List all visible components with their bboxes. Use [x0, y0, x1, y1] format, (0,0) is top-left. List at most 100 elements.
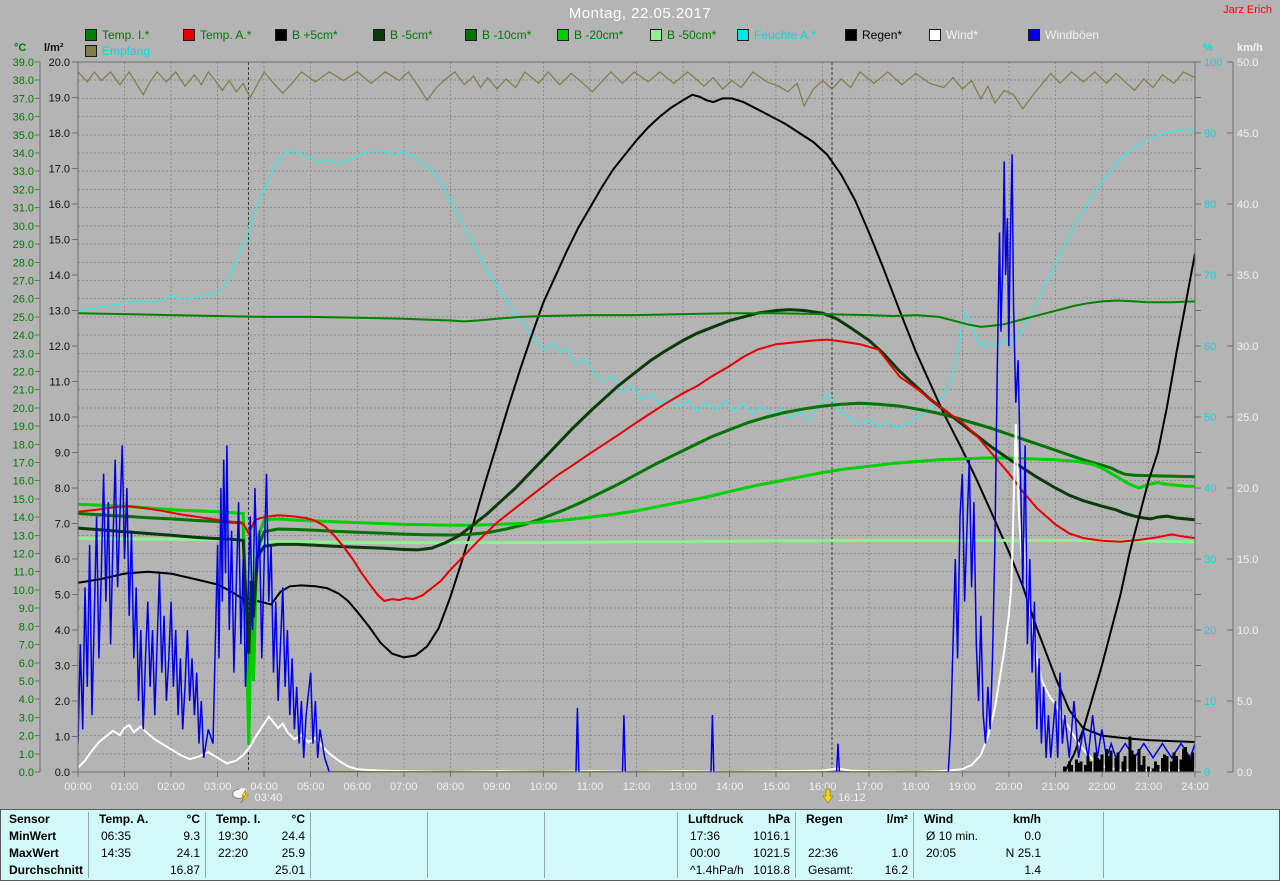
- svg-text:35.0: 35.0: [13, 130, 34, 142]
- rain-bar: [1147, 766, 1150, 772]
- storm-icon: [232, 788, 250, 804]
- svg-text:08:00: 08:00: [437, 781, 465, 793]
- svg-text:28.0: 28.0: [13, 257, 34, 269]
- series-regen-summe: [1063, 253, 1195, 772]
- rain-bar: [1156, 764, 1160, 772]
- table-cell: 16.87: [169, 863, 200, 877]
- svg-text:22:00: 22:00: [1088, 781, 1116, 793]
- rain-bar: [1100, 754, 1104, 773]
- svg-text:90: 90: [1204, 128, 1216, 140]
- svg-text:5.0: 5.0: [55, 590, 70, 602]
- svg-text:7.0: 7.0: [19, 640, 34, 652]
- table-column-divider: [1103, 812, 1104, 878]
- table-cell: 1018.8: [753, 863, 790, 877]
- svg-text:10.0: 10.0: [49, 412, 70, 424]
- svg-text:8.0: 8.0: [55, 483, 70, 495]
- table-cell: °C: [291, 812, 305, 826]
- table-cell: N 25.1: [1005, 846, 1041, 860]
- svg-text:06:00: 06:00: [343, 781, 371, 793]
- table-cell: 24.1: [176, 846, 200, 860]
- svg-text:21:00: 21:00: [1042, 781, 1070, 793]
- svg-text:13:00: 13:00: [669, 781, 697, 793]
- svg-text:3.0: 3.0: [55, 661, 70, 673]
- svg-text:20.0: 20.0: [49, 57, 70, 69]
- svg-text:50: 50: [1204, 412, 1216, 424]
- svg-text:12.0: 12.0: [13, 549, 34, 561]
- table-cell: hPa: [767, 812, 790, 826]
- svg-text:15.0: 15.0: [49, 235, 70, 247]
- svg-text:5.0: 5.0: [19, 676, 34, 688]
- rain-bar: [1142, 756, 1146, 772]
- svg-text:10: 10: [1204, 696, 1216, 708]
- svg-text:16:00: 16:00: [809, 781, 837, 793]
- rain-bar: [1063, 766, 1067, 772]
- svg-text:21.0: 21.0: [13, 385, 34, 397]
- svg-text:10:00: 10:00: [530, 781, 558, 793]
- svg-text:70: 70: [1204, 270, 1216, 282]
- svg-text:35.0: 35.0: [1237, 270, 1258, 282]
- svg-text:12.0: 12.0: [49, 341, 70, 353]
- event-time-label: 03:40: [255, 792, 283, 804]
- svg-text:80: 80: [1204, 199, 1216, 211]
- svg-text:18:00: 18:00: [902, 781, 930, 793]
- svg-text:13.0: 13.0: [49, 306, 70, 318]
- svg-text:100: 100: [1204, 57, 1222, 69]
- svg-text:15:00: 15:00: [762, 781, 790, 793]
- summary-table: Sensor MinWert MaxWert Durchschnitt Temp. A.…: [0, 809, 1280, 881]
- table-column-divider: [310, 812, 311, 878]
- svg-text:00:00: 00:00: [64, 781, 92, 793]
- rain-bar: [1123, 756, 1127, 772]
- svg-text:16.0: 16.0: [49, 199, 70, 211]
- svg-text:9.0: 9.0: [19, 603, 34, 615]
- svg-text:37.0: 37.0: [13, 93, 34, 105]
- svg-text:11:00: 11:00: [577, 781, 604, 793]
- svg-text:26.0: 26.0: [13, 294, 34, 306]
- svg-text:10.0: 10.0: [13, 585, 34, 597]
- svg-text:1.0: 1.0: [55, 732, 70, 744]
- svg-text:19.0: 19.0: [49, 93, 70, 105]
- rain-bar: [1070, 764, 1074, 772]
- svg-text:17.0: 17.0: [13, 458, 34, 470]
- table-cell: Sensor: [9, 812, 50, 826]
- table-cell: l/m²: [886, 812, 908, 826]
- svg-text:01:00: 01:00: [111, 781, 139, 793]
- svg-text:38.0: 38.0: [13, 75, 34, 87]
- svg-text:0: 0: [1204, 767, 1210, 779]
- svg-text:9.0: 9.0: [55, 448, 70, 460]
- table-column-divider: [427, 812, 428, 878]
- table-cell: 0.0: [1024, 829, 1041, 843]
- rain-bar: [1116, 752, 1120, 772]
- svg-text:39.0: 39.0: [13, 57, 34, 69]
- svg-text:3.0: 3.0: [19, 712, 34, 724]
- svg-text:14.0: 14.0: [13, 512, 34, 524]
- table-cell: 25.9: [281, 846, 305, 860]
- table-cell: km/h: [1012, 812, 1041, 826]
- svg-text:4.0: 4.0: [19, 694, 34, 706]
- svg-text:14:00: 14:00: [716, 781, 744, 793]
- svg-text:5.0: 5.0: [1237, 696, 1252, 708]
- rain-bar: [1088, 761, 1092, 772]
- svg-text:36.0: 36.0: [13, 112, 34, 124]
- svg-text:05:00: 05:00: [297, 781, 325, 793]
- svg-text:0.0: 0.0: [19, 767, 34, 779]
- svg-text:20.0: 20.0: [13, 403, 34, 415]
- svg-text:0.0: 0.0: [55, 767, 70, 779]
- svg-text:33.0: 33.0: [13, 166, 34, 178]
- svg-text:0.0: 0.0: [1237, 767, 1252, 779]
- weather-dashboard: Montag, 22.05.2017 Jarz Erich Temp. I.* T…: [0, 0, 1280, 881]
- svg-text:16.0: 16.0: [13, 476, 34, 488]
- svg-text:24.0: 24.0: [13, 330, 34, 342]
- svg-text:09:00: 09:00: [483, 781, 511, 793]
- svg-text:30.0: 30.0: [13, 221, 34, 233]
- svg-text:32.0: 32.0: [13, 184, 34, 196]
- table-cell: 1016.1: [753, 829, 790, 843]
- chart-canvas: 0.0 1.0 2.0 3.0 4.0 5.0 6.0 7.0 8.0 9.0 10.0 11.0 12…: [13, 57, 1259, 804]
- svg-text:60: 60: [1204, 341, 1216, 353]
- svg-text:02:00: 02:00: [157, 781, 185, 793]
- table-cell: 25.01: [274, 863, 305, 877]
- table-cell: 24.4: [281, 829, 305, 843]
- svg-text:17.0: 17.0: [49, 164, 70, 176]
- rain-bar: [1165, 756, 1169, 772]
- rain-bar: [1079, 761, 1083, 772]
- svg-text:11.0: 11.0: [49, 377, 70, 389]
